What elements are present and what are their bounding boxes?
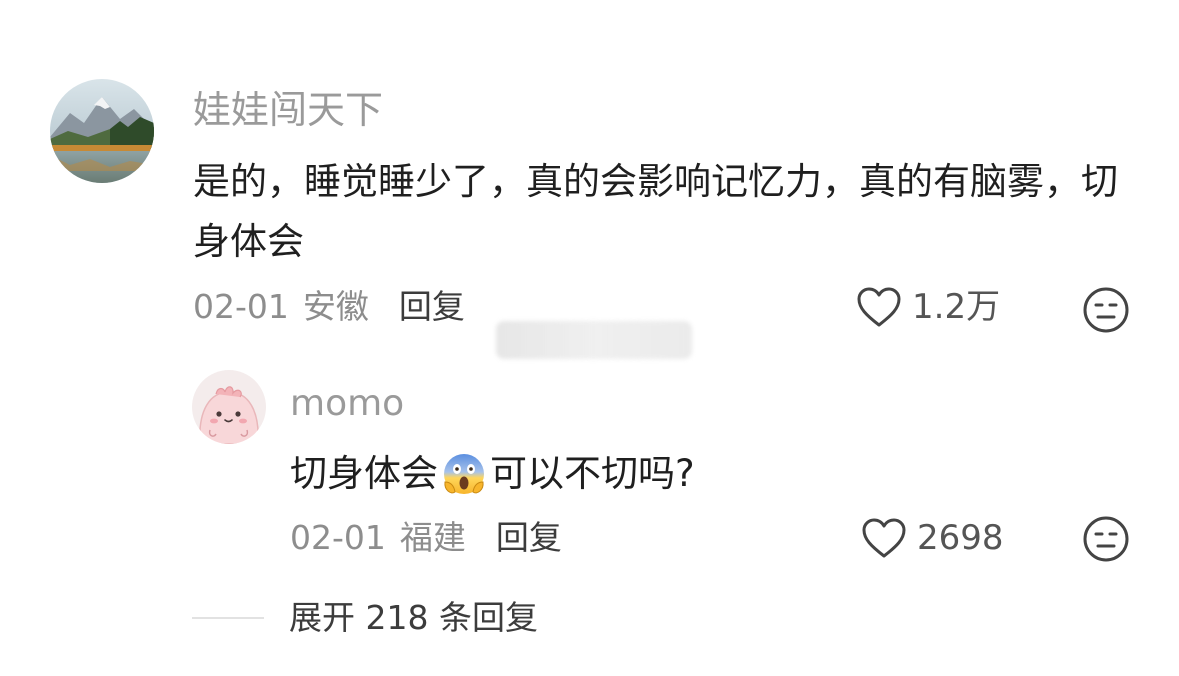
blurred-watermark	[496, 321, 692, 359]
pink-blob-avatar-icon	[192, 370, 266, 444]
neutral-face-icon[interactable]	[1082, 515, 1130, 563]
reply-reply-button[interactable]: 回复	[496, 518, 562, 557]
face-screaming-in-fear-icon	[444, 454, 484, 494]
like-count: 1.2万	[912, 287, 1001, 327]
expand-divider	[192, 617, 264, 619]
reply-text-before: 切身体会	[290, 452, 438, 495]
reply-button[interactable]: 回复	[399, 287, 465, 326]
reply-text-after: 可以不切吗?	[490, 452, 695, 495]
like-button[interactable]: 1.2万	[856, 284, 1000, 330]
reply-like-button[interactable]: 2698	[861, 515, 1004, 561]
expand-replies-button[interactable]: 展开 218 条回复	[289, 595, 538, 641]
landscape-avatar-icon	[50, 79, 154, 183]
comment-username[interactable]: 娃娃闯天下	[193, 86, 383, 134]
comment-text: 是的，睡觉睡少了，真的会影响记忆力，真的有脑雾，切身体会	[193, 160, 1118, 263]
reply-avatar[interactable]	[192, 370, 266, 444]
reply-username[interactable]: momo	[290, 380, 404, 428]
comment-date: 02-01	[193, 287, 289, 326]
reply-date: 02-01	[290, 518, 386, 557]
neutral-face-icon[interactable]	[1082, 286, 1130, 334]
reply-text: 切身体会 可以不切吗?	[290, 444, 695, 504]
heart-outline-icon	[862, 518, 906, 558]
heart-outline-icon	[857, 287, 901, 327]
reply-location: 福建	[399, 518, 466, 557]
comment-meta: 02-01 安徽 回复	[193, 284, 465, 330]
comment-location: 安徽	[302, 287, 369, 326]
avatar[interactable]	[50, 79, 154, 183]
reply-like-count: 2698	[917, 518, 1004, 558]
reply-meta: 02-01 福建 回复	[290, 515, 562, 561]
